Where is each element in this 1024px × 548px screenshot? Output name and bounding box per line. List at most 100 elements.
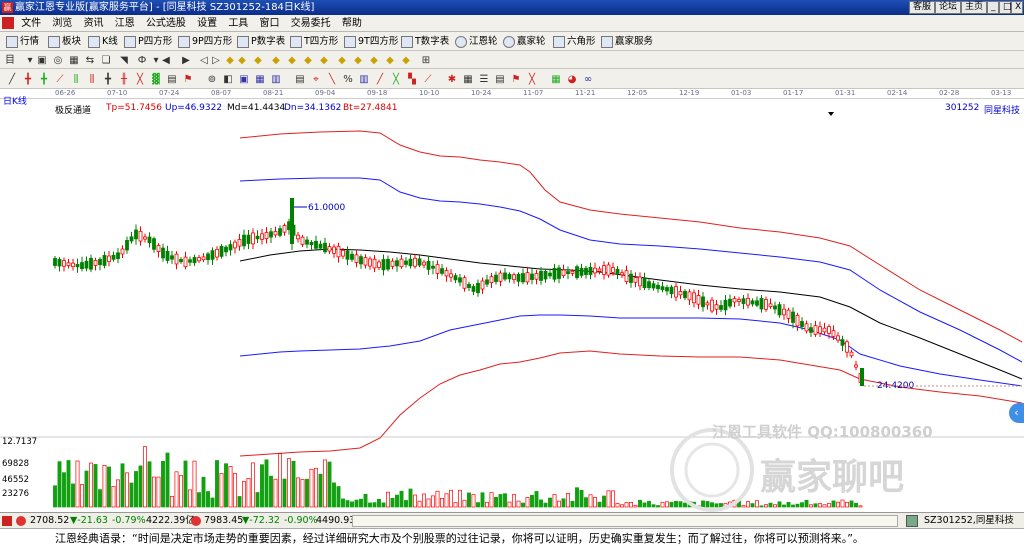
analysis-tool-icon[interactable]: ▦ [254,73,266,86]
analysis-tool-icon[interactable]: ⚑ [182,73,194,86]
diamond-icon[interactable]: ◆ [368,54,380,67]
analysis-tool-icon[interactable]: ╫ [118,73,130,86]
diamond-icon[interactable]: ◆ [384,54,396,67]
analysis-tool-icon[interactable]: ◕ [566,73,578,86]
corner-icon[interactable]: ◥ [118,54,130,67]
diamond-icon[interactable]: ◆ [270,54,282,67]
analysis-tool-icon[interactable]: ▤ [494,73,506,86]
analysis-tool-icon[interactable]: ✱ [446,73,458,86]
toolbar-gann-wheel[interactable]: 江恩轮 [455,35,498,49]
analysis-tool-icon[interactable]: ╋ [38,73,50,86]
toolbar-t-table[interactable]: T数字表 [401,35,449,49]
homepage-button[interactable]: 主页 [961,1,988,14]
menu-formula[interactable]: 公式选股 [142,15,190,32]
right-icon[interactable]: ▷ [210,54,222,67]
maximize-button[interactable]: □ [999,1,1012,14]
status-scroll-area[interactable] [352,515,898,527]
analysis-tool-icon[interactable]: ⚑ [510,73,522,86]
app-menu-icon[interactable] [2,17,14,29]
analysis-tool-icon[interactable]: ╳ [526,73,538,86]
toolbar-kline[interactable]: K线 [88,35,118,49]
analysis-tool-icon[interactable]: ▣ [238,73,250,86]
menu-file[interactable]: 文件 [17,15,45,32]
analysis-tool-icon[interactable]: ╱ [374,73,386,86]
analysis-tool-icon[interactable]: ▥ [270,73,282,86]
layout-icon[interactable]: ▣ [36,54,48,67]
toolbar-p-square[interactable]: P四方形 [124,35,172,49]
forum-button[interactable]: 论坛 [935,1,962,14]
customer-service-button[interactable]: 客服 [909,1,936,14]
toolbar-quotes[interactable]: 行情 [6,35,39,49]
phi-icon[interactable]: Ф [136,54,148,67]
diamond-icon[interactable]: ◆ [400,54,412,67]
analysis-tool-icon[interactable]: % [342,73,354,86]
menu-settings[interactable]: 设置 [193,15,221,32]
analysis-tool-icon[interactable]: ▤ [166,73,178,86]
analysis-tool-icon[interactable]: ╋ [22,73,34,86]
minimize-button[interactable]: _ [987,1,999,14]
toolbar-t-square[interactable]: T四方形 [290,35,338,49]
diamond-icon[interactable]: ◆ [236,54,248,67]
menu-tools[interactable]: 工具 [224,15,252,32]
toolbar-9p-square[interactable]: 9P四方形 [178,35,232,49]
diamond-icon[interactable]: ◆ [336,54,348,67]
left-icon[interactable]: ◁ [198,54,210,67]
diamond-icon[interactable]: ◆ [318,54,330,67]
analysis-tool-icon[interactable]: ⫼ [70,73,82,86]
analysis-tool-icon[interactable]: ▚ [406,73,418,86]
analysis-tool-icon[interactable]: ╲ [326,73,338,86]
volume-bar [705,501,710,508]
analysis-tool-icon[interactable]: ╋ [102,73,114,86]
menu-browse[interactable]: 浏览 [48,15,76,32]
menu-window[interactable]: 窗口 [256,15,284,32]
analysis-tool-icon[interactable]: ▥ [358,73,370,86]
analysis-tool-icon[interactable]: ∞ [582,73,594,86]
analysis-tool-icon[interactable]: ╳ [134,73,146,86]
analysis-tool-icon[interactable]: ▦ [550,73,562,86]
next-icon[interactable]: ▶ [180,54,192,67]
dropdown-icon[interactable]: ▾ [24,54,36,67]
menu-gann[interactable]: 江恩 [111,15,139,32]
toolbar-sectors[interactable]: 板块 [48,35,81,49]
volume-bar [462,499,467,508]
candlestick [678,291,683,296]
analysis-tool-icon[interactable]: ▓ [150,73,162,86]
analysis-tool-icon[interactable]: ▤ [294,73,306,86]
expand-icon[interactable]: ⊞ [420,54,432,67]
diamond-icon[interactable]: ◆ [252,54,264,67]
analysis-tool-icon[interactable]: ▦ [462,73,474,86]
side-expand-button[interactable]: ‹ [1009,403,1024,423]
first-icon[interactable]: ◀ [160,54,172,67]
window-icon[interactable]: ❏ [100,54,112,67]
analysis-tool-icon[interactable]: ⫼ [86,73,98,86]
analysis-tool-icon[interactable]: ◧ [222,73,234,86]
view-icon[interactable]: 目 [4,54,16,67]
analysis-tool-icon[interactable]: ╱ [6,73,18,86]
candlestick [633,277,638,283]
toolbar-p-table[interactable]: P数字表 [237,35,285,49]
toolbar-hexagon[interactable]: 六角形 [553,35,596,49]
analysis-tool-icon[interactable]: ⊚ [206,73,218,86]
analysis-tool-icon[interactable]: ⌖ [310,73,322,86]
diamond-icon[interactable]: ◆ [352,54,364,67]
candlestick [557,267,561,279]
menu-news[interactable]: 资讯 [80,15,108,32]
menu-trade[interactable]: 交易委托 [287,15,335,32]
toolbar-9t-square[interactable]: 9T四方形 [344,35,398,49]
analysis-tool-icon[interactable]: ⟋ [422,73,434,86]
diamond-icon[interactable]: ◆ [302,54,314,67]
menu-help[interactable]: 帮助 [338,15,366,32]
swap-icon[interactable]: ⇆ [84,54,96,67]
circle-icon[interactable]: ◎ [52,54,64,67]
sz-index-icon [191,516,201,526]
diamond-icon[interactable]: ◆ [224,54,236,67]
toolbar-winner-wheel[interactable]: 赢家轮 [503,35,546,49]
grid2-icon[interactable]: ▦ [68,54,80,67]
close-button[interactable]: X [1011,1,1023,14]
toolbar-service[interactable]: 赢家服务 [601,35,653,49]
diamond-icon[interactable]: ◆ [286,54,298,67]
volume-bar [701,500,705,508]
analysis-tool-icon[interactable]: ☰ [478,73,490,86]
analysis-tool-icon[interactable]: ╳ [390,73,402,86]
analysis-tool-icon[interactable]: ⟋ [54,73,66,86]
